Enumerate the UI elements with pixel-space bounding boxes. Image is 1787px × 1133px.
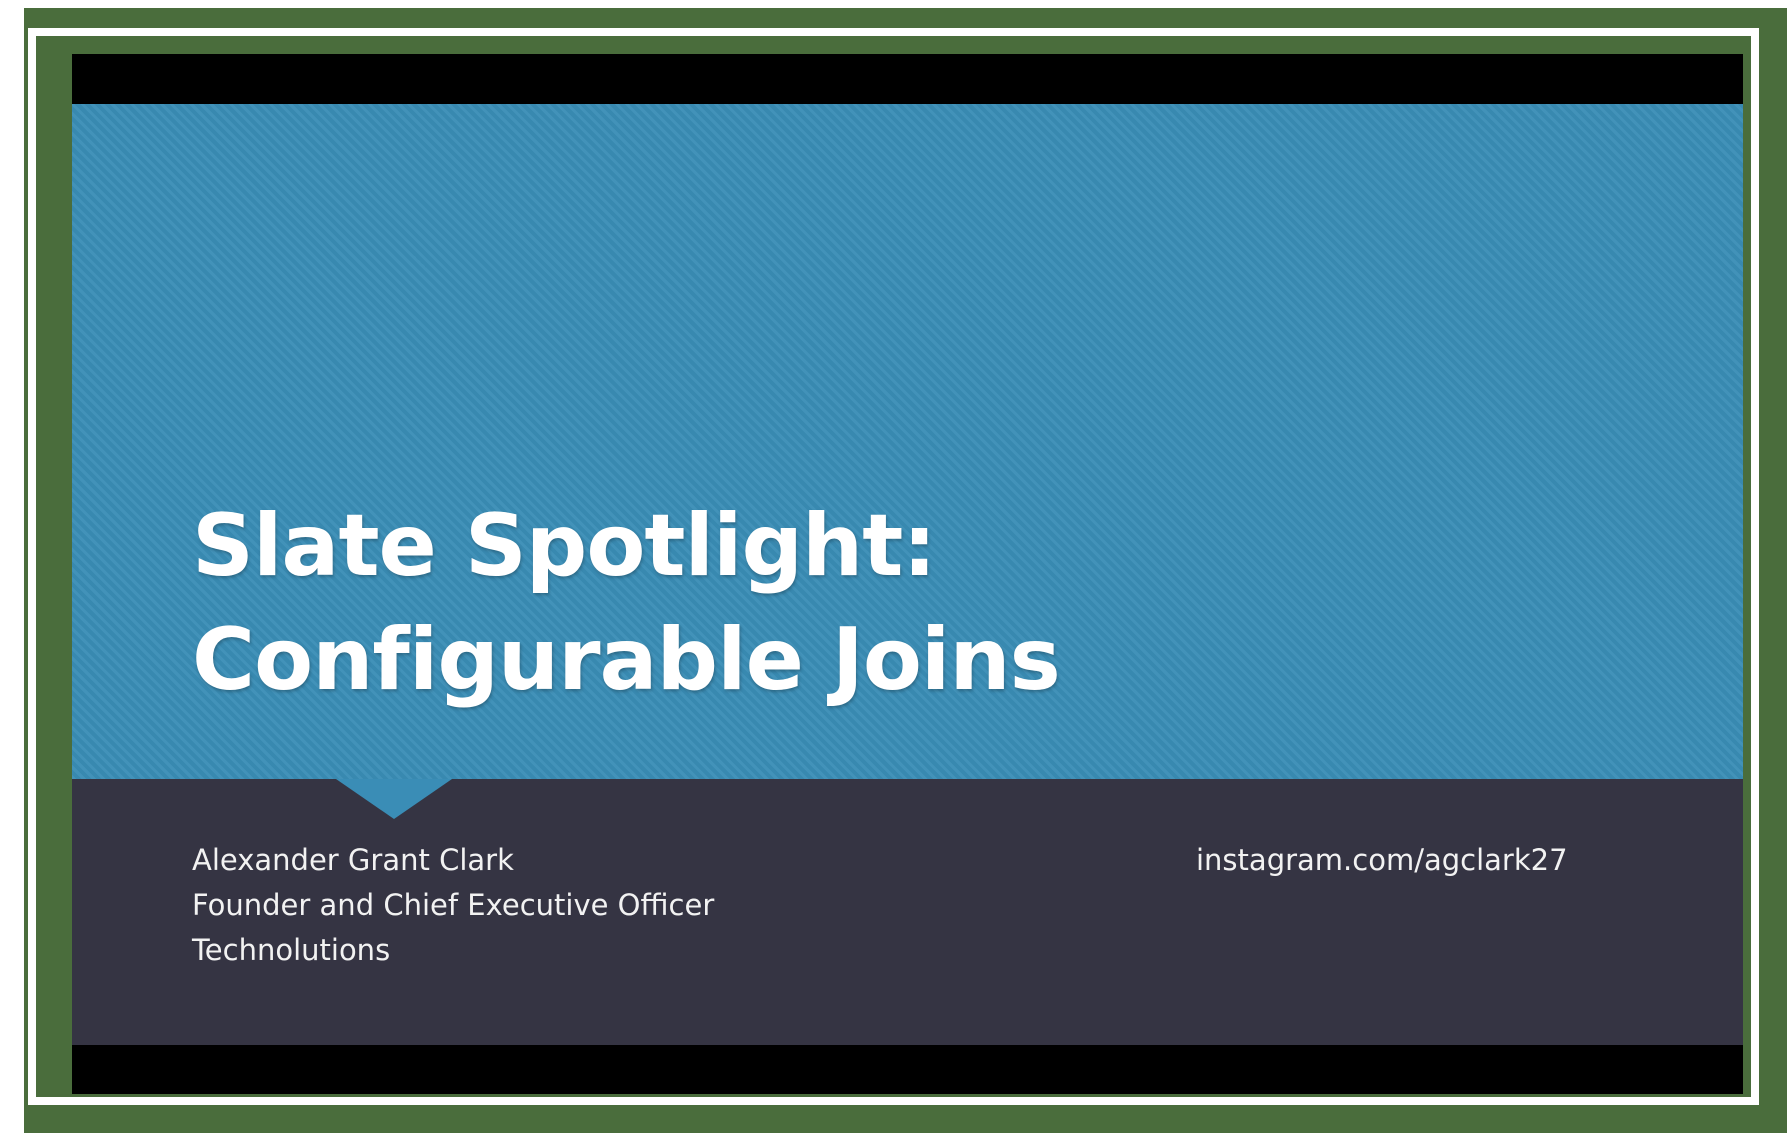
screenshot-stage: Slate Spotlight: Configurable Joins Alex… (0, 0, 1787, 1133)
slide-title: Slate Spotlight: Configurable Joins (192, 489, 1061, 717)
slide-title-line-2: Configurable Joins (192, 610, 1061, 710)
presenter-role: Founder and Chief Executive Officer (192, 888, 715, 922)
slide-pointer-notch (336, 779, 452, 819)
presenter-name: Alexander Grant Clark (192, 843, 514, 877)
presentation-slide: Slate Spotlight: Configurable Joins Alex… (72, 104, 1743, 1045)
video-player[interactable]: Slate Spotlight: Configurable Joins Alex… (72, 54, 1743, 1094)
slide-footer-band: Alexander Grant Clark Founder and Chief … (72, 779, 1743, 1045)
social-link: instagram.com/agclark27 (1196, 843, 1568, 877)
slide-title-line-1: Slate Spotlight: (192, 496, 937, 596)
presenter-company: Technolutions (192, 933, 391, 967)
slide-title-area: Slate Spotlight: Configurable Joins (72, 104, 1743, 779)
